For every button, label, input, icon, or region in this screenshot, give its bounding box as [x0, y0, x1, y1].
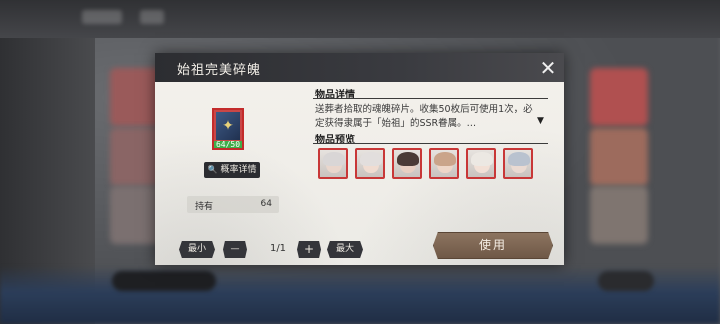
preview-list	[318, 148, 533, 180]
character-hair	[434, 152, 456, 166]
item-icon: ✦ 64/50	[212, 108, 244, 150]
character-hair	[397, 152, 419, 166]
background-card	[590, 128, 648, 186]
close-icon[interactable]: ✕	[538, 58, 558, 79]
max-button[interactable]: 最大	[327, 241, 363, 258]
character-hair	[471, 152, 493, 166]
character-hair	[360, 152, 382, 166]
owned-value: 64	[260, 199, 272, 209]
preview-character-card[interactable]	[355, 148, 385, 179]
modal-header: 始祖完美碎魄 ✕	[155, 53, 564, 82]
plus-button[interactable]: +	[297, 241, 321, 258]
background-card	[590, 68, 648, 126]
preview-character-card[interactable]	[503, 148, 533, 179]
preview-character-card[interactable]	[318, 148, 348, 179]
quantity-value: 1/1	[269, 243, 287, 254]
use-button[interactable]: 使用	[433, 232, 553, 259]
preview-character-card[interactable]	[466, 148, 496, 179]
preview-character-card[interactable]	[392, 148, 422, 179]
min-button[interactable]: 最小	[179, 241, 215, 258]
divider	[313, 98, 548, 99]
modal-title: 始祖完美碎魄	[177, 63, 262, 78]
character-hair	[508, 152, 530, 166]
owned-label: 持有	[195, 202, 214, 212]
search-icon: 🔍	[207, 165, 218, 174]
background-topbar	[0, 0, 720, 38]
item-detail-modal: 始祖完美碎魄 ✕ ✦ 64/50 🔍 概率详情 持有 64 物品详情 送葬者拾取的…	[155, 53, 564, 265]
background-card	[590, 186, 648, 244]
background-pill	[598, 271, 654, 291]
character-hair	[323, 152, 345, 166]
expand-arrow-icon[interactable]: ▼	[537, 116, 544, 126]
owned-row: 持有 64	[187, 196, 279, 213]
crest-icon: ✦	[216, 112, 240, 140]
odds-details-label: 概率详情	[220, 165, 257, 175]
background-pill	[112, 271, 216, 291]
preview-character-card[interactable]	[429, 148, 459, 179]
divider	[313, 143, 548, 144]
minus-button[interactable]: —	[223, 241, 247, 258]
odds-details-button[interactable]: 🔍 概率详情	[204, 162, 260, 178]
item-count-bar: 64/50	[214, 140, 242, 149]
item-description: 送葬者拾取的魂魄碎片。收集50枚后可使用1次，必定获得隶属于「始祖」的SSR眷属…	[315, 104, 533, 129]
item-count-text: 64/50	[215, 140, 241, 149]
